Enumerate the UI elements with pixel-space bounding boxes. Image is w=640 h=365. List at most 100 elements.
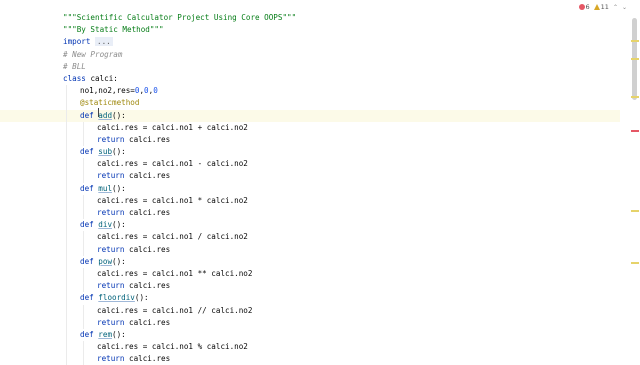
code-line[interactable]: calci.res = calci.no1 - calci.no2	[0, 158, 620, 171]
code-token: calci.res = calci.no1 ** calci.no2	[97, 268, 253, 278]
code-line-text: def sub():	[80, 146, 126, 158]
code-line-text: def mul():	[80, 183, 126, 195]
code-token: calci.res	[129, 171, 171, 181]
code-token: ():	[112, 256, 126, 266]
code-line[interactable]: def sub():	[0, 146, 620, 159]
code-token: """Scientific Calculator Project Using C…	[63, 13, 297, 22]
code-line[interactable]: def floordiv():	[0, 292, 620, 305]
code-line[interactable]: import ...	[0, 36, 620, 48]
chevron-up-icon[interactable]: ⌃	[613, 4, 618, 11]
warning-marker[interactable]	[631, 210, 639, 212]
code-line[interactable]: # New Program	[0, 49, 620, 61]
code-line[interactable]: return calci.res	[0, 316, 620, 329]
code-token: ():	[134, 293, 149, 303]
indent-guide	[66, 255, 67, 268]
code-line[interactable]: calci.res = calci.no1 * calci.no2	[0, 194, 620, 207]
code-line-text: @staticmethod	[80, 97, 139, 109]
warning-marker[interactable]	[631, 58, 639, 60]
indent-guide	[66, 243, 67, 256]
indent-guide	[66, 280, 67, 293]
code-line[interactable]: calci.res = calci.no1 % calci.no2	[0, 341, 620, 354]
indent-guide	[66, 182, 67, 195]
code-token: class	[63, 73, 91, 83]
code-token: """By Static Method"""	[63, 25, 164, 35]
code-token: calci.res = calci.no1 / calci.no2	[97, 232, 248, 242]
code-line[interactable]: """Scientific Calculator Project Using C…	[0, 12, 620, 24]
indent-guide	[66, 85, 67, 98]
code-line[interactable]: def add():	[0, 109, 620, 122]
indent-guide	[66, 207, 67, 220]
code-line-text: calci.res = calci.no1 - calci.no2	[97, 158, 248, 170]
code-line-text: return calci.res	[97, 280, 170, 292]
code-token: calci.res = calci.no1 - calci.no2	[97, 159, 248, 169]
indent-guide	[66, 328, 67, 342]
error-dot-icon	[578, 4, 585, 10]
code-token: no1,no2,res=	[80, 86, 135, 96]
code-editor[interactable]: """Scientific Calculator Project Using C…	[0, 0, 640, 365]
code-line[interactable]: calci.res = calci.no1 / calci.no2	[0, 231, 620, 244]
folded-import-region[interactable]: ...	[95, 37, 113, 47]
error-marker[interactable]	[631, 130, 639, 132]
code-token: ():	[112, 147, 126, 157]
code-line[interactable]: return calci.res	[0, 243, 620, 256]
code-token: 0	[153, 86, 158, 96]
vertical-scrollbar[interactable]	[628, 0, 640, 360]
warning-marker[interactable]	[631, 40, 639, 42]
code-line-text: # New Program	[63, 49, 122, 61]
code-line[interactable]: return calci.res	[0, 207, 620, 220]
code-line[interactable]: calci.res = calci.no1 ** calci.no2	[0, 267, 620, 281]
indent-guide	[83, 280, 84, 293]
code-token: return	[97, 317, 130, 327]
code-line-text: calci.res = calci.no1 * calci.no2	[97, 195, 248, 207]
code-token: sub	[98, 147, 113, 157]
chevron-down-icon[interactable]: ⌄	[622, 4, 627, 11]
code-area[interactable]: """Scientific Calculator Project Using C…	[0, 12, 620, 365]
code-line[interactable]: def pow():	[0, 255, 620, 268]
code-line[interactable]: return calci.res	[0, 133, 620, 147]
indent-guide	[66, 170, 67, 183]
code-line[interactable]: def rem():	[0, 328, 620, 342]
code-token: add	[98, 110, 113, 120]
error-count-badge[interactable]: 6	[578, 3, 590, 11]
indent-guide	[83, 243, 84, 256]
code-line[interactable]: return calci.res	[0, 353, 620, 365]
warning-count-badge[interactable]: 11	[593, 3, 609, 11]
indent-guide	[83, 267, 84, 281]
code-line-text: def div():	[80, 219, 126, 231]
indent-guide	[83, 133, 84, 147]
code-token: ():	[112, 220, 126, 230]
warning-marker[interactable]	[631, 96, 639, 98]
code-token: import	[63, 37, 96, 47]
code-token: return	[97, 134, 130, 144]
code-line[interactable]: return calci.res	[0, 170, 620, 183]
code-line[interactable]: """By Static Method"""	[0, 24, 620, 36]
code-token: return	[97, 208, 130, 217]
code-token: pow	[98, 256, 113, 266]
code-line[interactable]: class calci:	[0, 73, 620, 85]
code-line-text: calci.res = calci.no1 % calci.no2	[97, 341, 248, 353]
code-token: def	[80, 220, 99, 230]
code-line[interactable]: # BLL	[0, 61, 620, 73]
code-token: def	[80, 110, 99, 120]
indent-guide	[66, 353, 67, 365]
indent-guide	[66, 97, 67, 110]
code-line-text: no1,no2,res=0,0,0	[80, 85, 158, 97]
code-token: return	[97, 354, 130, 364]
code-line-text: def rem():	[80, 329, 126, 341]
warning-triangle-icon	[593, 4, 600, 10]
code-line[interactable]: return calci.res	[0, 280, 620, 293]
code-line-text: return calci.res	[97, 353, 170, 365]
code-line[interactable]: calci.res = calci.no1 + calci.no2	[0, 121, 620, 134]
code-line[interactable]: calci.res = calci.no1 // calci.no2	[0, 304, 620, 317]
warning-marker[interactable]	[631, 262, 639, 264]
code-line[interactable]: no1,no2,res=0,0,0	[0, 85, 620, 98]
code-line[interactable]: @staticmethod	[0, 97, 620, 110]
text-cursor	[98, 108, 99, 117]
indent-guide	[83, 341, 84, 354]
code-line[interactable]: def div():	[0, 219, 620, 232]
indent-guide	[83, 316, 84, 329]
inspection-widget[interactable]: 6 11 ⌃ ⌄	[578, 2, 627, 12]
code-token: def	[80, 329, 99, 339]
code-line-text: import ...	[63, 36, 113, 48]
code-line[interactable]: def mul():	[0, 182, 620, 195]
